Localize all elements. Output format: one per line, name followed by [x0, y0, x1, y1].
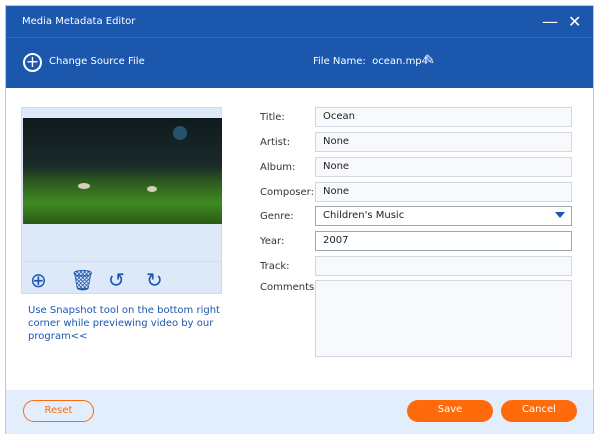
file-name-caption: File Name:: [313, 56, 366, 67]
add-icon[interactable]: ⊕: [30, 268, 47, 292]
year-input[interactable]: 2007: [315, 231, 572, 251]
change-source-file-button[interactable]: Change Source File: [49, 56, 145, 67]
title-bar: Media Metadata Editor — ✕: [6, 6, 593, 38]
genre-label: Genre:: [260, 211, 294, 222]
add-circle-icon[interactable]: +: [23, 53, 42, 72]
window-title: Media Metadata Editor: [22, 16, 136, 27]
close-icon[interactable]: ✕: [568, 12, 581, 31]
composer-input[interactable]: None: [315, 182, 572, 202]
album-input[interactable]: None: [315, 157, 572, 177]
comments-textarea[interactable]: [315, 280, 572, 357]
footer: Reset Save Cancel: [6, 390, 593, 434]
track-input[interactable]: [315, 256, 572, 276]
artist-input[interactable]: None: [315, 132, 572, 152]
minimize-icon[interactable]: —: [542, 12, 558, 31]
comments-label: Comments:: [260, 282, 318, 293]
cover-image: [23, 118, 222, 224]
composer-label: Composer:: [260, 187, 314, 198]
cover-panel: ⊕ 🗑 ↺ ↻: [21, 107, 222, 294]
file-name-label: File Name: ocean.mp4: [313, 56, 428, 67]
cancel-button[interactable]: Cancel: [501, 400, 577, 422]
year-label: Year:: [260, 236, 285, 247]
genre-value: Children's Music: [323, 210, 405, 221]
snapshot-hint: Use Snapshot tool on the bottom right co…: [28, 305, 220, 342]
title-label: Title:: [260, 112, 285, 123]
file-name-value: ocean.mp4: [372, 56, 429, 67]
artist-label: Artist:: [260, 137, 291, 148]
edit-pencil-icon[interactable]: ✎: [424, 53, 435, 68]
rotate-left-icon[interactable]: ↺: [108, 268, 125, 292]
reset-button[interactable]: Reset: [23, 400, 94, 422]
chevron-down-icon[interactable]: [555, 212, 565, 218]
rotate-right-icon[interactable]: ↻: [146, 268, 163, 292]
album-label: Album:: [260, 162, 296, 173]
title-input[interactable]: Ocean: [315, 107, 572, 127]
trash-icon[interactable]: 🗑: [70, 268, 95, 292]
toolbar: + Change Source File File Name: ocean.mp…: [6, 38, 593, 88]
save-button[interactable]: Save: [407, 400, 493, 422]
cover-tools: ⊕ 🗑 ↺ ↻: [22, 261, 221, 293]
track-label: Track:: [260, 261, 290, 272]
genre-select[interactable]: Children's Music: [315, 206, 572, 226]
metadata-editor-window: Media Metadata Editor — ✕ + Change Sourc…: [5, 5, 594, 434]
